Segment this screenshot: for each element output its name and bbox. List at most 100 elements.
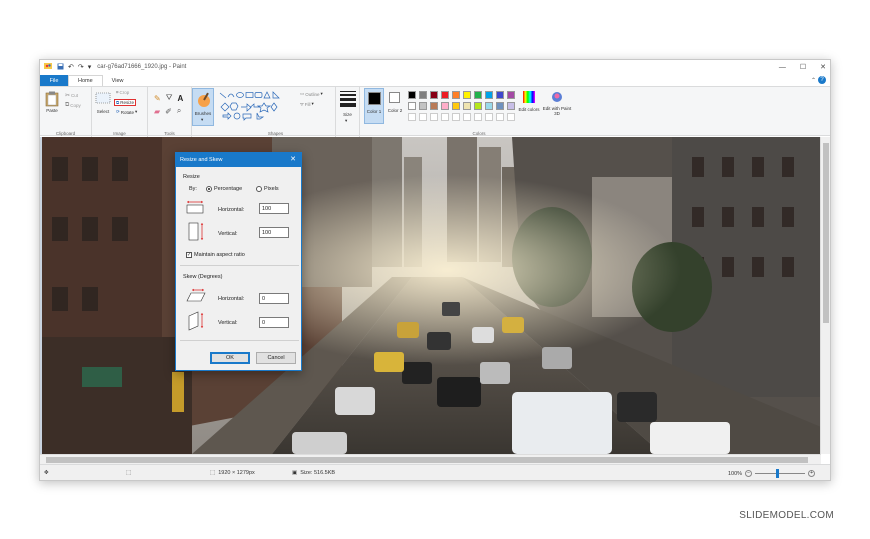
custom-color-swatch[interactable] [474,113,482,121]
palette-color-swatch[interactable] [408,102,416,110]
palette-color-swatch[interactable] [507,91,515,99]
vertical-scrollbar[interactable] [820,137,830,454]
tab-home[interactable]: Home [68,75,103,86]
minimize-button[interactable]: — [779,64,786,71]
color2-button[interactable]: Color 2 [386,88,404,124]
palette-color-swatch[interactable] [474,102,482,110]
color-spectrum-icon [523,91,535,103]
file-size: ▣ Size: 516.5KB [292,470,335,476]
copy-icon: ⧉ [65,102,70,108]
custom-color-swatch[interactable] [496,113,504,121]
pixels-radio[interactable]: Pixels [256,186,279,192]
custom-color-swatch[interactable] [463,113,471,121]
eraser-icon[interactable]: ▰ [154,107,160,116]
skew-horizontal-input[interactable] [259,293,289,304]
custom-color-swatch[interactable] [507,113,515,121]
cut-button[interactable]: ✂ Cut [65,92,78,99]
custom-color-swatch[interactable] [408,113,416,121]
tab-view[interactable]: View [103,75,133,86]
custom-color-swatch[interactable] [485,113,493,121]
palette-color-swatch[interactable] [463,91,471,99]
radio-unselected-icon [256,186,262,192]
scissors-icon: ✂ [65,93,71,99]
magnifier-icon[interactable]: ⌕ [177,106,181,116]
tab-file[interactable]: File [40,75,68,86]
redo-icon[interactable]: ↷ [78,63,84,71]
edit-colors-button[interactable]: Edit colors [518,88,540,124]
resize-vertical-input[interactable] [259,227,289,238]
select-button[interactable]: Select [95,92,111,114]
color1-button[interactable]: Color 1 [364,88,384,124]
size-group[interactable]: Size ▾ [336,87,360,137]
by-label: By: [189,186,197,192]
palette-color-swatch[interactable] [485,102,493,110]
maintain-aspect-checkbox[interactable]: ✓ Maintain aspect ratio [186,252,245,258]
text-icon[interactable]: A [177,94,183,103]
pencil-icon[interactable]: ✎ [154,94,161,103]
horizontal-scrollbar[interactable] [40,454,821,464]
fill-dropdown[interactable]: ⛛ Fill ▾ [300,101,314,107]
zoom-slider-thumb[interactable] [776,469,780,478]
edit-paint3d-button[interactable]: Edit with Paint 3D [542,88,572,124]
palette-color-swatch[interactable] [419,91,427,99]
colors-label: Colors [472,131,486,136]
close-button[interactable]: ✕ [820,63,826,71]
custom-color-swatch[interactable] [452,113,460,121]
custom-color-swatch[interactable] [430,113,438,121]
palette-color-swatch[interactable] [430,91,438,99]
crop-icon: ⌗ [116,90,119,95]
palette-color-swatch[interactable] [507,102,515,110]
save-icon[interactable] [57,63,64,72]
paste-button[interactable]: Paste [45,91,59,113]
cancel-button[interactable]: Cancel [256,352,296,364]
zoom-slider[interactable] [755,469,806,478]
section-divider [180,340,299,341]
outline-dropdown[interactable]: ▭ Outline ▾ [300,91,323,97]
crop-button[interactable]: ⌗ Crop [116,90,129,95]
city-street-photo[interactable] [42,137,821,454]
rotate-button[interactable]: ⟳ Rotate ▾ [116,109,137,115]
brushes-button[interactable]: Brushes ▾ [192,88,214,126]
resize-skew-dialog: Resize and Skew ✕ Resize By: Percentage … [175,152,302,371]
palette-color-swatch[interactable] [452,91,460,99]
palette-color-swatch[interactable] [441,91,449,99]
palette-color-swatch[interactable] [452,102,460,110]
paint3d-icon [552,92,562,102]
ok-button[interactable]: OK [210,352,250,364]
maximize-button[interactable]: ☐ [800,63,806,71]
palette-color-swatch[interactable] [430,102,438,110]
chevron-down-icon: ▾ [345,118,348,123]
zoom-out-icon[interactable]: − [745,470,753,477]
color-picker-icon[interactable]: ✐ [165,107,172,116]
palette-color-swatch[interactable] [496,91,504,99]
dialog-close-button[interactable]: ✕ [290,155,296,163]
color1-swatch [368,92,381,105]
copy-button[interactable]: ⧉ Copy [65,102,81,109]
resize-button[interactable]: ⧉ Resize [114,99,136,106]
percentage-radio[interactable]: Percentage [206,186,242,192]
vertical-scroll-thumb[interactable] [823,143,829,323]
palette-color-swatch[interactable] [419,102,427,110]
custom-color-swatch[interactable] [419,113,427,121]
zoom-in-icon[interactable]: + [808,470,816,477]
image-label: Image [113,131,126,136]
chevron-down-icon: ▾ [311,101,314,106]
custom-color-swatch[interactable] [441,113,449,121]
palette-color-swatch[interactable] [474,91,482,99]
resize-horizontal-input[interactable] [259,203,289,214]
canvas-area[interactable] [40,137,821,454]
horizontal-scroll-thumb[interactable] [46,457,808,463]
customize-qat-icon[interactable]: ▾ [88,63,92,71]
shapes-gallery-icon[interactable] [219,91,297,121]
palette-color-swatch[interactable] [496,102,504,110]
palette-color-swatch[interactable] [441,102,449,110]
file-size-icon: ▣ [292,470,298,476]
skew-vertical-input[interactable] [259,317,289,328]
palette-color-swatch[interactable] [463,102,471,110]
palette-color-swatch[interactable] [485,91,493,99]
fill-icon[interactable]: ⛛ [166,93,173,103]
undo-icon[interactable]: ↶ [68,63,74,71]
palette-color-swatch[interactable] [408,91,416,99]
help-icon[interactable]: ? [818,76,826,84]
collapse-ribbon-icon[interactable]: ⌃ [811,77,816,84]
